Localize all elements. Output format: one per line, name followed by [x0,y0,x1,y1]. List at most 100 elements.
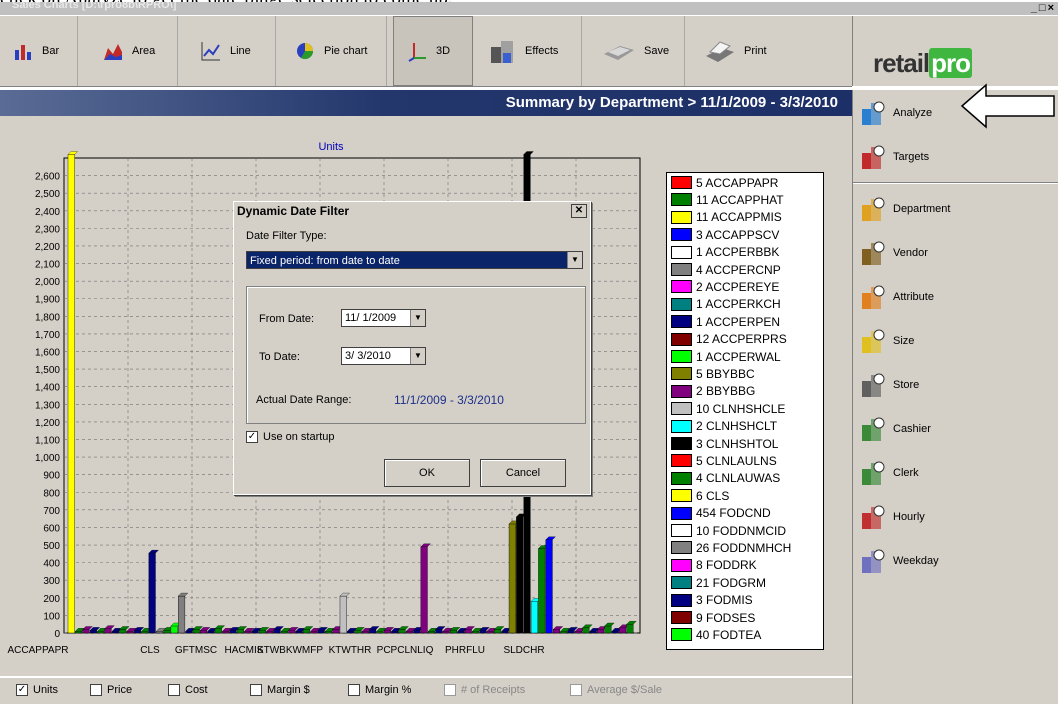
area-label: Area [132,45,156,57]
legend-label: 3 ACCAPPSCV [696,227,780,242]
sidebar-item-weekday[interactable]: Weekday [859,542,1049,580]
store-icon [859,371,887,399]
x-tick-label: PCPCLNLIQ [377,645,434,656]
sidebar-item-attribute[interactable]: Attribute [859,278,1049,316]
y-tick-label: 200 [43,594,60,605]
y-tick-label: 2,300 [35,224,60,235]
sidebar-item-cashier[interactable]: Cashier [859,410,1049,448]
pie-chart-button[interactable]: Pie chart [282,16,387,86]
measure-checkbox[interactable]: Cost [168,684,208,696]
legend-swatch [671,350,692,363]
logo-text: retailpro [873,48,973,79]
cancel-button[interactable]: Cancel [480,459,566,487]
bar [597,629,605,634]
chevron-down-icon[interactable]: ▼ [410,348,425,364]
window-title-bar: Sales Charts [D:\rpro8b\RPRO\] _□× [0,2,1058,15]
bar [339,595,347,634]
legend-swatch [671,245,692,259]
sidebar-item-label: Vendor [893,247,928,259]
bar [111,631,119,634]
print-button[interactable]: Print [690,16,780,86]
sidebar-item-department[interactable]: Department [859,190,1049,228]
bar [89,630,97,634]
dialog-title: Dynamic Date Filter [237,204,350,218]
ok-button[interactable]: OK [384,459,470,487]
bar [97,631,105,634]
summary-title: Summary by Department > 11/1/2009 - 3/3/… [505,94,838,111]
sidebar-item-store[interactable]: Store [859,366,1049,404]
bar-button[interactable]: Bar [0,16,78,86]
measure-checkbox[interactable]: Price [90,684,132,696]
y-tick-label: 1,200 [35,418,60,429]
sidebar-item-size[interactable]: Size [859,322,1049,360]
effects-button[interactable]: Effects [477,16,582,86]
checkbox-box [90,684,102,696]
window-controls[interactable]: _□× [1031,2,1056,14]
measure-checkbox[interactable]: Margin % [348,684,411,696]
filter-type-select[interactable]: Fixed period: from date to date ▼ [246,251,583,269]
y-tick-label: 1,400 [35,383,60,394]
y-tick-label: 500 [43,541,60,552]
bar [295,631,303,634]
sidebar-item-label: Targets [893,151,930,163]
legend-label: 2 ACCPEREYE [696,279,780,294]
legend-label: 1 ACCPERKCH [696,297,781,312]
use-on-startup-checkbox[interactable]: ✓ Use on startup [246,431,335,443]
to-date-picker[interactable]: 3/ 3/2010 ▼ [341,347,426,365]
bar [82,629,90,634]
y-tick-label: 0 [54,629,60,640]
checkbox-label: # of Receipts [461,684,526,696]
chevron-down-icon[interactable]: ▼ [567,252,582,268]
sidebar-item-clerk[interactable]: Clerk [859,454,1049,492]
legend-swatch [671,454,692,468]
dialog-close-button[interactable]: ✕ [571,204,587,218]
legend-swatch [671,280,692,294]
x-tick-label: CLS [140,645,160,656]
3d-button[interactable]: 3D [393,16,473,86]
bar [589,631,597,634]
date-range-group: From Date: 11/ 1/2009 ▼ To Date: 3/ 3/20… [246,286,586,424]
legend-swatch [671,471,692,485]
bar-chart-icon [12,40,34,62]
bar [611,631,619,634]
sidebar-item-targets[interactable]: Targets [859,138,1049,176]
filter-type-label: Date Filter Type: [246,230,327,242]
y-tick-label: 1,000 [35,453,60,464]
bar [266,631,274,634]
bar [574,631,583,634]
sidebar-item-vendor[interactable]: Vendor [859,234,1049,272]
sidebar-item-hourly[interactable]: Hourly [859,498,1049,536]
legend-swatch [671,506,692,520]
y-tick-label: 1,300 [35,400,60,411]
measure-checkbox[interactable]: ✓ Units [16,684,58,696]
x-tick-label: ACCAPPAPR [8,645,69,656]
legend-label: 10 CLNHSHCLE [696,401,786,416]
bar [119,629,127,634]
line-button[interactable]: Line [188,16,276,86]
y-tick-label: 800 [43,488,60,499]
printer-icon [702,40,736,62]
legend-label: 2 CLNHSHCLT [696,419,778,434]
legend-label: 6 CLS [696,488,730,503]
bar [347,631,355,634]
legend-item: 2 ACCPEREYE [671,279,779,294]
legend-swatch [671,384,692,398]
x-tick-label: KTWTHR [329,645,372,656]
bar [163,630,171,634]
retail-pro-logo: retailpro [852,16,1058,86]
line-label: Line [230,45,251,57]
bar [472,631,480,634]
measure-checkbox[interactable]: Margin $ [250,684,310,696]
legend-item: 3 CLNHSHTOL [671,436,778,451]
chevron-down-icon[interactable]: ▼ [410,310,425,326]
save-icon [602,40,636,62]
from-date-value: 11/ 1/2009 [345,312,397,324]
from-date-picker[interactable]: 11/ 1/2009 ▼ [341,309,426,327]
area-button[interactable]: Area [90,16,178,86]
y-tick-label: 1,600 [35,348,60,359]
legend-swatch [671,593,692,607]
checkbox-label: Price [107,684,133,696]
save-button[interactable]: Save [590,16,685,86]
bar [486,631,494,634]
legend-label: 4 ACCPERCNP [696,262,781,277]
